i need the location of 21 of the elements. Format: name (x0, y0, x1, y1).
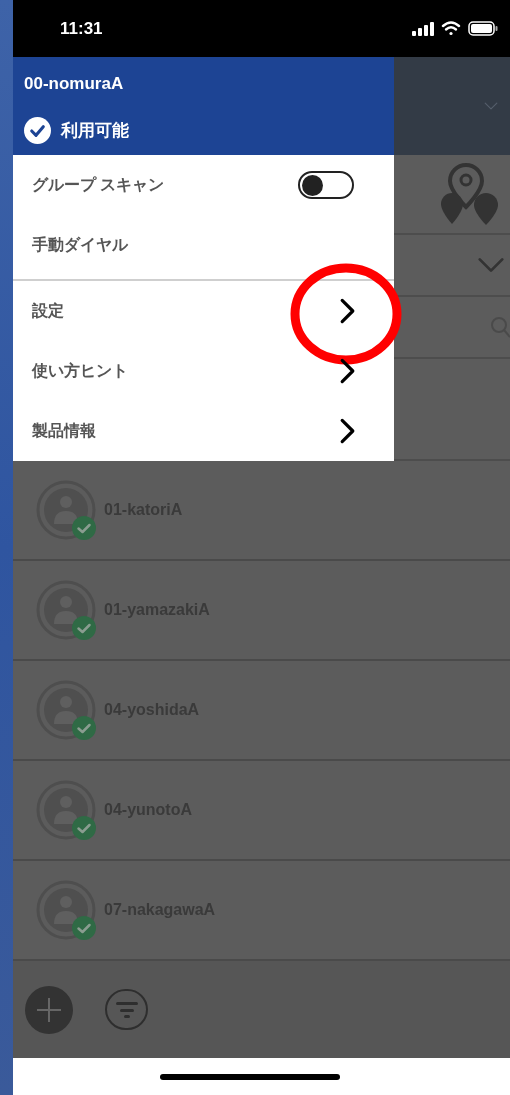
map-pins-icon (440, 163, 500, 225)
battery-icon (468, 21, 498, 36)
user-name: 00-nomuraA (24, 73, 125, 95)
home-indicator[interactable] (159, 1073, 340, 1080)
chevron-down-icon (475, 256, 507, 274)
chevron-right-icon (339, 298, 356, 324)
wifi-icon (441, 21, 461, 36)
menu-item-label[interactable]: グループ スキャン (32, 173, 165, 197)
signal-icon (412, 21, 434, 36)
menu-item-label[interactable]: 設定 (32, 299, 64, 323)
chevron-right-icon (339, 418, 356, 444)
chevron-right-icon (339, 358, 356, 384)
toggle-switch[interactable] (298, 171, 354, 199)
menu-item-label[interactable]: 使い方ヒント (32, 359, 128, 383)
plus-icon (35, 995, 63, 1024)
filter-icon (115, 1000, 138, 1019)
availability-status: 利用可能 (61, 119, 129, 142)
status-time: 11:31 (60, 17, 103, 40)
menu-item-label[interactable]: 製品情報 (32, 419, 96, 443)
check-circle-icon (24, 117, 51, 144)
menu-item-label[interactable]: 手動ダイヤル (32, 233, 128, 257)
